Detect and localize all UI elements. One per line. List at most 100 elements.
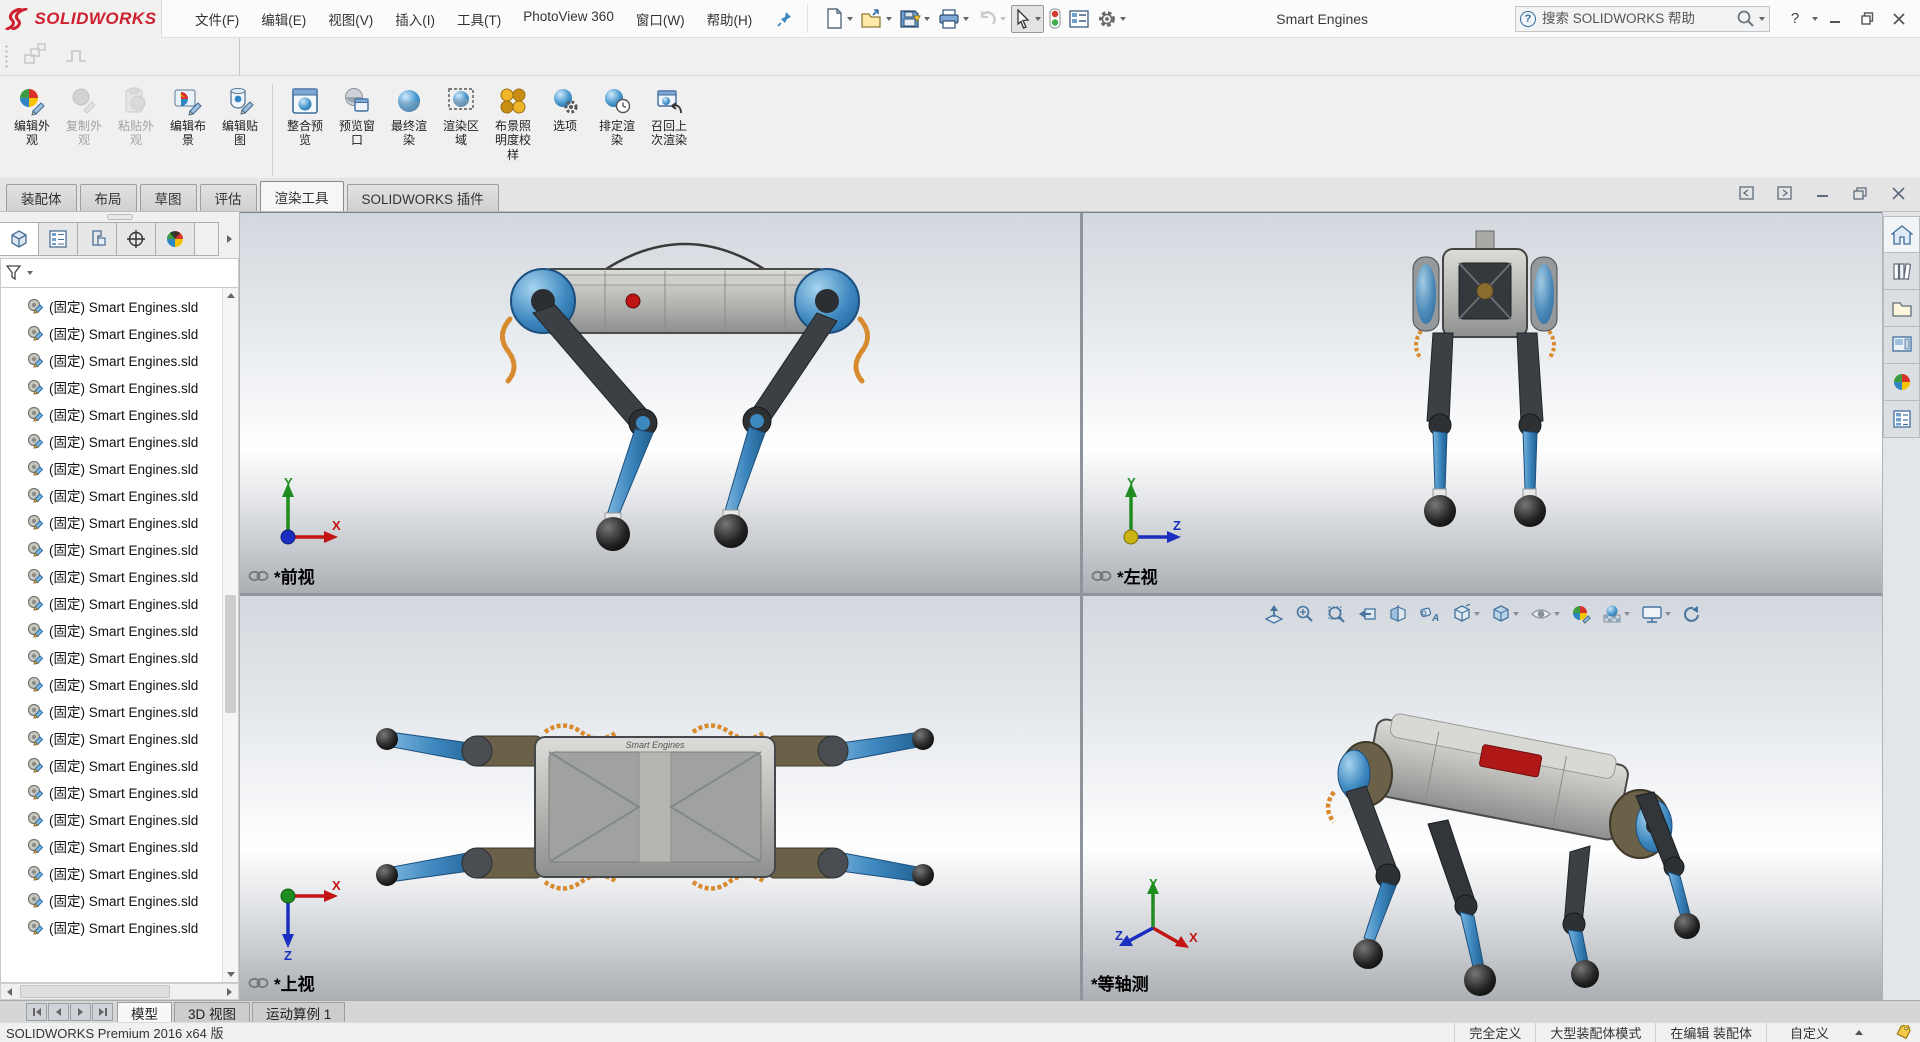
tab-assembly[interactable]: 装配体: [6, 184, 77, 211]
close-button[interactable]: [1884, 6, 1914, 32]
scrollbar-track[interactable]: [223, 303, 238, 967]
viewport-isometric[interactable]: A: [1083, 596, 1882, 1000]
edit-appearance-button[interactable]: 编辑外观: [6, 82, 58, 152]
first-tab-button[interactable]: [26, 1003, 47, 1021]
tab-evaluate[interactable]: 评估: [200, 184, 257, 211]
rotate-view-button[interactable]: [1680, 602, 1704, 626]
options-caret[interactable]: [1120, 17, 1126, 21]
edit-decal-button[interactable]: 编辑贴图: [214, 82, 266, 152]
menu-help[interactable]: 帮助(H): [696, 4, 764, 34]
tab-sketch[interactable]: 草图: [140, 184, 197, 211]
section-view-button[interactable]: [1386, 602, 1410, 626]
resources-home-button[interactable]: [1883, 216, 1920, 253]
menu-view[interactable]: 视图(V): [317, 4, 384, 34]
panel-expand-chevron[interactable]: [220, 229, 238, 249]
help-caret[interactable]: [1812, 17, 1818, 21]
menu-photoview360[interactable]: PhotoView 360: [512, 4, 625, 34]
tab-render-tools[interactable]: 渲染工具: [260, 181, 344, 211]
viewport-front[interactable]: Y X *前视: [240, 213, 1080, 593]
help-button[interactable]: ?: [1780, 6, 1810, 32]
integrated-preview-button[interactable]: 整合预览: [279, 82, 331, 152]
scroll-left-arrow[interactable]: [1, 984, 18, 999]
tree-item[interactable]: (固定) Smart Engines.sld: [1, 562, 238, 589]
apply-scene-button[interactable]: [1600, 602, 1632, 626]
viewport-minimize-button[interactable]: [1810, 182, 1834, 204]
viewport-restore-button[interactable]: [1848, 182, 1872, 204]
exploded-view-icon[interactable]: [23, 43, 49, 70]
panel-splitter-handle[interactable]: [107, 214, 133, 220]
tree-horizontal-scrollbar[interactable]: [0, 983, 239, 1000]
scroll-down-arrow[interactable]: [223, 967, 239, 982]
feature-manager-tab[interactable]: [0, 223, 39, 255]
h-scrollbar-track[interactable]: [18, 984, 221, 999]
zoom-to-fit-button[interactable]: [1262, 602, 1286, 626]
zoom-to-area-button[interactable]: [1293, 602, 1317, 626]
configuration-manager-tab[interactable]: [78, 223, 117, 255]
viewport-top[interactable]: Smart Engines X Z *上视: [240, 596, 1080, 1000]
tree-item[interactable]: (固定) Smart Engines.sld: [1, 670, 238, 697]
tree-item[interactable]: (固定) Smart Engines.sld: [1, 481, 238, 508]
viewport-close-button[interactable]: [1886, 182, 1910, 204]
menu-file[interactable]: 文件(F): [184, 4, 250, 34]
view-orientation-button[interactable]: [1450, 602, 1482, 626]
viewport-left[interactable]: Y Z *左视: [1083, 213, 1882, 593]
last-tab-button[interactable]: [92, 1003, 113, 1021]
menu-window[interactable]: 窗口(W): [625, 4, 696, 34]
pane-left-button[interactable]: [1734, 182, 1758, 204]
status-tag-button[interactable]: [1886, 1023, 1920, 1042]
recall-last-render-button[interactable]: 召回上次渲染: [643, 82, 695, 152]
display-style-button[interactable]: [1489, 602, 1521, 626]
hide-show-items-button[interactable]: [1528, 602, 1562, 626]
view-settings-button[interactable]: [1639, 602, 1673, 626]
new-document-button[interactable]: [822, 4, 856, 33]
hide-show-caret[interactable]: [1554, 612, 1560, 616]
paste-appearance-button[interactable]: 粘贴外观: [110, 82, 162, 152]
tree-item[interactable]: (固定) Smart Engines.sld: [1, 589, 238, 616]
tree-item[interactable]: (固定) Smart Engines.sld: [1, 616, 238, 643]
pane-right-button[interactable]: [1772, 182, 1796, 204]
restore-button[interactable]: [1852, 6, 1882, 32]
dimxpert-manager-tab[interactable]: [117, 223, 156, 255]
search-input[interactable]: [1536, 11, 1736, 26]
open-document-button[interactable]: [858, 5, 895, 33]
final-render-button[interactable]: 最终渲染: [383, 82, 435, 152]
save-button[interactable]: [897, 5, 933, 33]
tree-item[interactable]: (固定) Smart Engines.sld: [1, 643, 238, 670]
file-explorer-button[interactable]: [1883, 290, 1920, 327]
select-tool-button[interactable]: [1011, 5, 1044, 33]
previous-tab-button[interactable]: [48, 1003, 69, 1021]
save-caret[interactable]: [924, 17, 930, 21]
render-options-button[interactable]: 选项: [539, 82, 591, 137]
tree-item[interactable]: (固定) Smart Engines.sld: [1, 751, 238, 778]
display-style-caret[interactable]: [1513, 612, 1519, 616]
scene-illumination-proof-button[interactable]: 布景照明度校样: [487, 82, 539, 166]
tree-item[interactable]: (固定) Smart Engines.sld: [1, 373, 238, 400]
filter-funnel-icon[interactable]: [6, 265, 23, 281]
tree-item[interactable]: (固定) Smart Engines.sld: [1, 292, 238, 319]
print-caret[interactable]: [963, 17, 969, 21]
toolbar-drag-handle[interactable]: [4, 44, 9, 70]
tree-item[interactable]: (固定) Smart Engines.sld: [1, 319, 238, 346]
tree-item[interactable]: (固定) Smart Engines.sld: [1, 400, 238, 427]
view-settings-caret[interactable]: [1665, 612, 1671, 616]
edit-scene-button[interactable]: 编辑布景: [162, 82, 214, 152]
tree-item[interactable]: (固定) Smart Engines.sld: [1, 697, 238, 724]
print-button[interactable]: [935, 5, 972, 33]
search-scope-caret[interactable]: [1759, 17, 1765, 21]
display-pane-button[interactable]: [1066, 6, 1092, 32]
tree-item[interactable]: (固定) Smart Engines.sld: [1, 832, 238, 859]
tree-item[interactable]: (固定) Smart Engines.sld: [1, 805, 238, 832]
step-icon[interactable]: [63, 43, 89, 70]
edit-appearance-hud-button[interactable]: [1569, 602, 1593, 626]
menu-tools[interactable]: 工具(T): [446, 4, 512, 34]
scrollbar-thumb[interactable]: [225, 595, 236, 713]
status-custom-dropdown[interactable]: 自定义: [1766, 1023, 1886, 1042]
tree-item[interactable]: (固定) Smart Engines.sld: [1, 859, 238, 886]
filter-caret[interactable]: [27, 271, 33, 275]
open-document-caret[interactable]: [886, 17, 892, 21]
model-tab[interactable]: 模型: [117, 1002, 172, 1022]
previous-view-button[interactable]: [1355, 602, 1379, 626]
tab-layout[interactable]: 布局: [80, 184, 137, 211]
search-icon[interactable]: [1736, 9, 1755, 28]
display-manager-tab[interactable]: [156, 223, 195, 255]
